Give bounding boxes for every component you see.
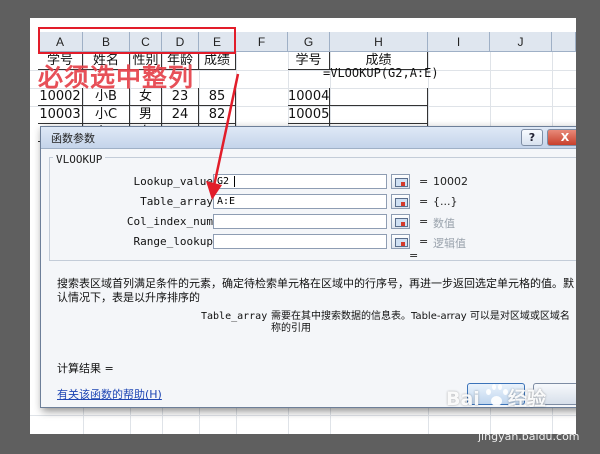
table-cell[interactable]: 10003 — [38, 106, 83, 124]
function-help-link[interactable]: 有关该函数的帮助(H) — [57, 386, 162, 402]
arg-label-col-index-num: Col_index_num — [126, 215, 213, 228]
arg-equals: = — [419, 195, 429, 208]
collapse-dialog-icon[interactable] — [391, 194, 410, 209]
collapse-dialog-icon[interactable] — [391, 234, 410, 249]
collapse-dialog-icon[interactable] — [391, 214, 410, 229]
lookup-value-input[interactable]: G2 — [213, 174, 387, 189]
column-header-k[interactable] — [552, 32, 576, 52]
table-cell[interactable]: 24 — [162, 106, 199, 124]
column-header-f[interactable]: F — [236, 32, 288, 52]
range-lookup-input[interactable] — [213, 234, 387, 249]
column-selection-highlight — [38, 27, 236, 54]
collapse-dialog-icon[interactable] — [391, 174, 410, 189]
table-cell[interactable] — [330, 106, 428, 124]
dialog-title: 函数参数 — [51, 132, 95, 145]
column-header-j[interactable]: J — [490, 32, 552, 52]
table-cell[interactable] — [330, 88, 428, 106]
column-header-g[interactable]: G — [288, 32, 330, 52]
arg-label-lookup-value: Lookup_value — [133, 175, 213, 188]
watermark-brand-part: Bai — [446, 388, 480, 410]
arg-help-text: 需要在其中搜索数据的信息表。Table-array 可以是对区域或区域名称的引用 — [271, 311, 570, 334]
arg-equals: = — [419, 215, 429, 228]
watermark-brand: Bai 经验 — [446, 384, 546, 411]
function-arguments-dialog: 函数参数 ? X VLOOKUP Lookup_value G2 = 10002… — [40, 126, 576, 408]
table-cell[interactable]: 82 — [199, 106, 236, 124]
grid-line — [30, 415, 576, 416]
arg-help-name: Table_array — [201, 311, 268, 322]
table-header-cell[interactable]: 成绩 — [199, 52, 236, 70]
dialog-titlebar[interactable]: 函数参数 ? X — [41, 127, 576, 149]
table-cell[interactable]: 小C — [83, 106, 130, 124]
arg-value: 逻辑值 — [433, 237, 466, 250]
function-name: VLOOKUP — [53, 153, 106, 166]
arg-label-range-lookup: Range_lookup — [133, 235, 213, 248]
formula-cell-text[interactable]: =VLOOKUP(G2,A:E) — [323, 66, 439, 80]
column-header-h[interactable]: H — [330, 32, 428, 52]
arg-value: {...} — [433, 195, 458, 208]
table-cell[interactable]: 85 — [199, 88, 236, 106]
function-result-equals: = — [409, 249, 419, 262]
arg-value: 10002 — [433, 175, 468, 188]
arg-equals: = — [419, 175, 429, 188]
arg-value: 数值 — [433, 217, 455, 230]
function-description: 搜索表区域首列满足条件的元素，确定待检索单元格在区域中的行序号，再进一步返回选定… — [57, 277, 574, 304]
watermark-url: jingyan.baidu.com — [478, 430, 580, 443]
table-cell[interactable]: 男 — [130, 106, 162, 124]
col-index-num-input[interactable] — [213, 214, 387, 229]
column-header-i[interactable]: I — [428, 32, 490, 52]
annotation-text: 必须选中整列 — [38, 63, 195, 92]
table-array-input[interactable]: A:E — [213, 194, 387, 209]
arg-label-table-array: Table_array — [140, 195, 213, 208]
watermark-brand-part: 经验 — [507, 388, 546, 410]
spreadsheet-window: A B C D E F G H I J 学号 姓名 性别 年龄 成绩 10002… — [30, 18, 576, 434]
calculation-result: 计算结果 = — [57, 362, 114, 375]
help-button[interactable]: ? — [521, 129, 543, 146]
table-cell[interactable]: 10004 — [288, 88, 330, 106]
close-button[interactable]: X — [547, 129, 576, 146]
table-cell[interactable]: 10005 — [288, 106, 330, 124]
arg-equals: = — [419, 235, 429, 248]
